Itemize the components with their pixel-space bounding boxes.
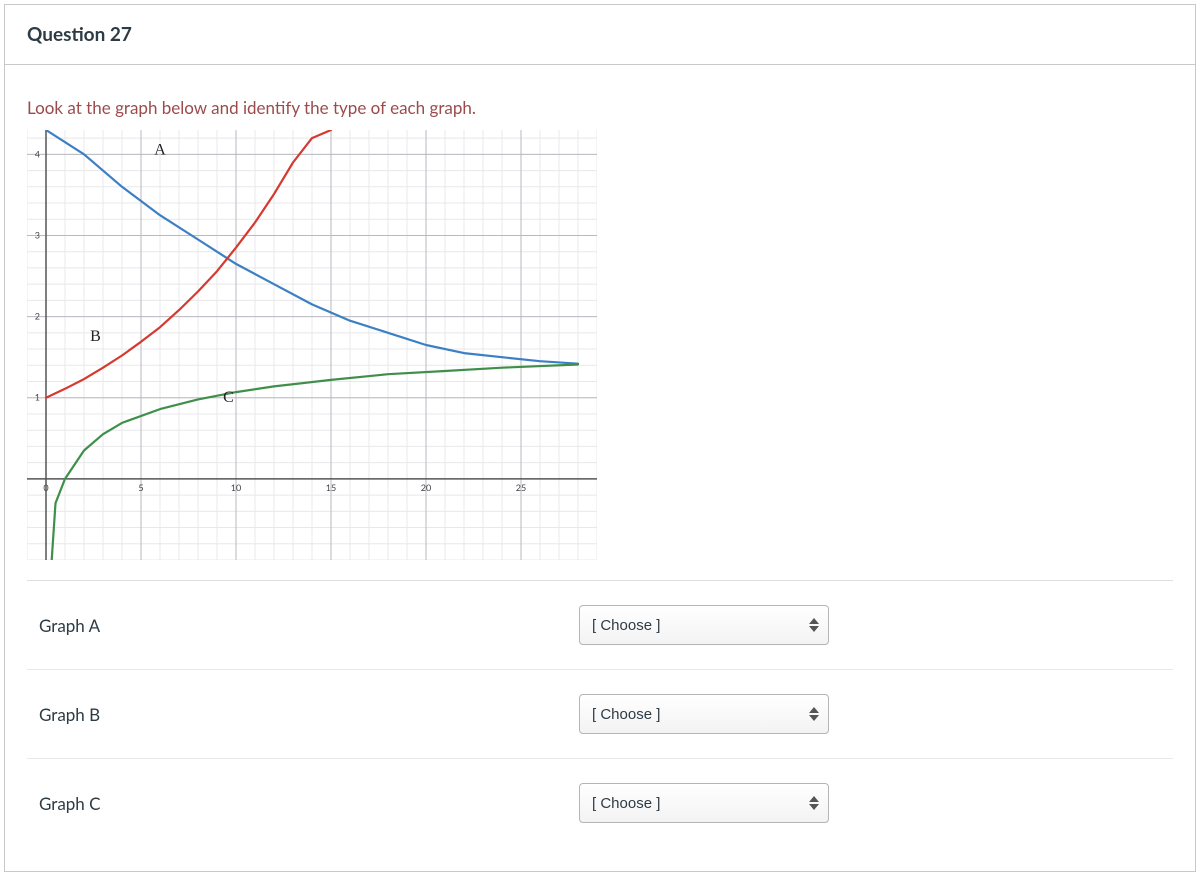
question-header: Question 27 <box>5 5 1195 65</box>
svg-text:1: 1 <box>35 392 40 403</box>
match-row-a: Graph A [ Choose ] <box>27 581 1173 670</box>
svg-text:20: 20 <box>421 482 431 493</box>
match-label-c: Graph C <box>39 793 579 814</box>
match-label-a: Graph A <box>39 615 579 636</box>
question-title: Question 27 <box>27 23 1173 46</box>
svg-text:2: 2 <box>35 311 40 322</box>
match-label-b: Graph B <box>39 704 579 725</box>
svg-text:5: 5 <box>138 482 143 493</box>
svg-text:4: 4 <box>35 148 40 159</box>
svg-text:25: 25 <box>516 482 526 493</box>
question-prompt: Look at the graph below and identify the… <box>27 97 1173 118</box>
select-graph-a[interactable]: [ Choose ] <box>579 605 829 645</box>
svg-text:3: 3 <box>35 229 40 240</box>
svg-text:C: C <box>223 389 234 406</box>
select-graph-c[interactable]: [ Choose ] <box>579 783 829 823</box>
svg-text:A: A <box>154 141 166 158</box>
svg-text:B: B <box>90 328 101 345</box>
select-graph-b[interactable]: [ Choose ] <box>579 694 829 734</box>
svg-text:0: 0 <box>43 482 48 493</box>
svg-text:15: 15 <box>326 482 336 493</box>
graph-figure: 0 5 10 15 20 25 1 2 3 4 A B C <box>27 130 597 560</box>
select-wrap-c: [ Choose ] <box>579 783 829 823</box>
match-row-c: Graph C [ Choose ] <box>27 759 1173 847</box>
question-card: Question 27 Look at the graph below and … <box>4 4 1196 872</box>
select-wrap-a: [ Choose ] <box>579 605 829 645</box>
select-wrap-b: [ Choose ] <box>579 694 829 734</box>
svg-text:10: 10 <box>231 482 241 493</box>
question-body: Look at the graph below and identify the… <box>5 65 1195 871</box>
match-row-b: Graph B [ Choose ] <box>27 670 1173 759</box>
